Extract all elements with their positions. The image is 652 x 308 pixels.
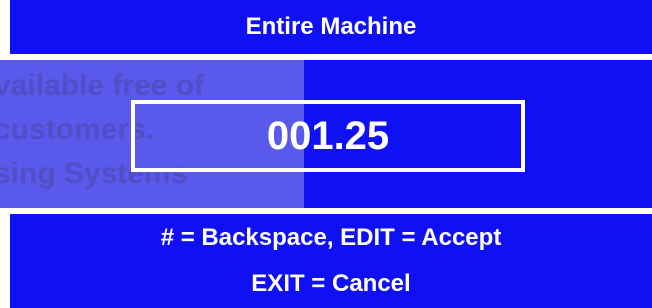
entered-value: 001.25 bbox=[266, 113, 390, 158]
value-entry-field[interactable]: 001.25 bbox=[131, 100, 525, 172]
page-title: Entire Machine bbox=[245, 13, 417, 40]
title-bar: Entire Machine bbox=[10, 0, 652, 54]
value-entry-panel: vailable free of customers. sing Systems… bbox=[0, 60, 652, 208]
cancel-instruction: EXIT = Cancel bbox=[251, 270, 411, 297]
numeric-entry-screen: Entire Machine vailable free of customer… bbox=[0, 0, 652, 308]
background-text-line-1: vailable free of bbox=[0, 69, 205, 102]
backspace-accept-instruction: # = Backspace, EDIT = Accept bbox=[160, 224, 502, 251]
instructions-panel: # = Backspace, EDIT = Accept EXIT = Canc… bbox=[10, 214, 652, 308]
